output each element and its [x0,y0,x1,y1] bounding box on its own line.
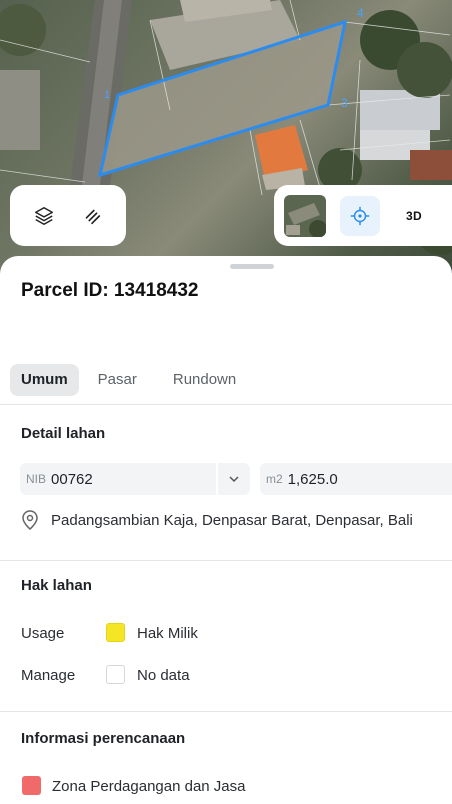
vertex-label-1: 1 [104,89,110,101]
tab-rundown[interactable]: Rundown [162,364,247,396]
parcel-title: Parcel ID: 13418432 [21,280,199,301]
locate-button[interactable] [340,195,380,236]
crosshair-icon [350,206,370,225]
divider [0,711,452,712]
zone-label: Zona Perdagangan dan Jasa [52,778,246,795]
manage-value: No data [137,667,190,684]
address-row: Padangsambian Kaja, Denpasar Barat, Denp… [21,510,413,530]
satellite-imagery: 4 3 1 [0,0,452,255]
draw-tool-button[interactable] [72,196,112,236]
chevron-down-icon [229,476,239,483]
zone-color-swatch [22,776,41,795]
vertex-label-3: 3 [341,96,348,110]
section-heading-detail-lahan: Detail lahan [21,425,106,442]
usage-color-swatch [106,623,125,642]
layers-button[interactable] [24,196,64,236]
manage-label: Manage [21,667,76,684]
area-prefix: m2 [266,472,283,486]
nib-value: 00762 [51,470,93,488]
section-heading-perencanaan: Informasi perencanaan [21,730,186,747]
sheet-drag-handle[interactable] [230,264,274,269]
3d-toggle-button[interactable]: 3D [394,196,434,236]
area-value: 1,625.0 [287,470,338,488]
area-field[interactable]: m2 1,625.0 [260,463,452,495]
address-text: Padangsambian Kaja, Denpasar Barat, Denp… [51,511,413,529]
draw-tool-icon [85,209,101,224]
manage-color-swatch [106,665,125,684]
parcel-bottom-sheet: Parcel ID: 13418432 Umum Pasar Rundown D… [0,256,452,804]
location-pin-icon [22,510,38,530]
section-heading-hak-lahan: Hak lahan [21,577,92,594]
tab-umum[interactable]: Umum [10,364,79,396]
map-view-panel: 3D [274,185,452,246]
usage-value: Hak Milik [137,625,198,642]
usage-label: Usage [21,625,65,642]
nib-prefix: NIB [26,472,47,486]
divider [0,404,452,405]
nib-dropdown-button[interactable] [216,463,250,495]
vertex-label-4: 4 [357,6,364,20]
nib-field[interactable]: NIB 00762 [20,463,250,495]
map-view[interactable]: 4 3 1 3D [0,0,452,300]
divider [0,560,452,561]
tab-pasar[interactable]: Pasar [87,364,148,396]
map-tools-panel [10,185,126,246]
satellite-thumbnail [284,194,326,237]
tab-bar: Umum Pasar Rundown [10,364,247,396]
basemap-toggle[interactable] [284,194,326,237]
layers-icon [35,206,53,225]
